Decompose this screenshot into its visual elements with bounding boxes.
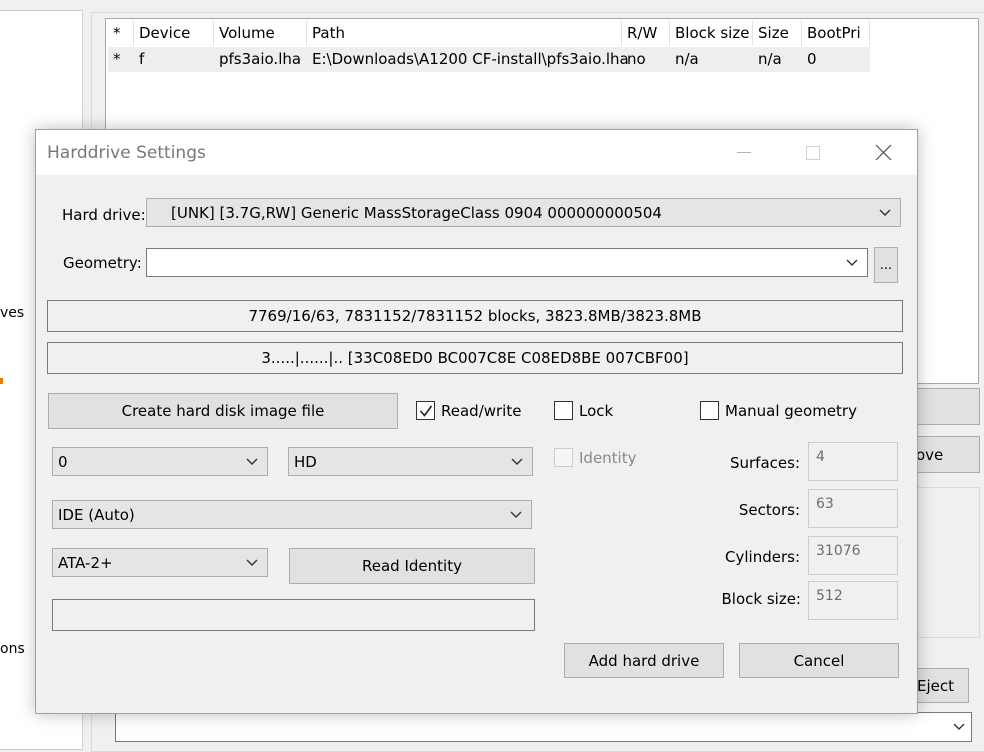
hard-drive-select[interactable]: [UNK] [3.7G,RW] Generic MassStorageClass… bbox=[146, 198, 901, 227]
identity-checkbox bbox=[554, 448, 573, 467]
lock-label[interactable]: Lock bbox=[579, 402, 613, 420]
controller-select[interactable]: IDE (Auto) bbox=[52, 500, 532, 529]
block-size-label: Block size: bbox=[721, 590, 801, 608]
block-size-field[interactable]: 512 bbox=[808, 581, 898, 620]
ata-mode-select-value: ATA-2+ bbox=[58, 553, 113, 572]
drive-info-line: 7769/16/63, 7831152/7831152 blocks, 3823… bbox=[47, 300, 903, 332]
read-identity-button[interactable]: Read Identity bbox=[289, 548, 535, 584]
type-select[interactable]: HD bbox=[288, 447, 533, 476]
column-header-block-size[interactable]: Block size bbox=[670, 21, 753, 46]
minimize-button[interactable] bbox=[721, 130, 767, 175]
column-header-volume[interactable]: Volume bbox=[214, 21, 307, 46]
unit-select[interactable]: 0 bbox=[52, 447, 268, 476]
type-select-value: HD bbox=[294, 452, 317, 471]
minimize-icon bbox=[737, 151, 751, 153]
column-header-star[interactable]: * bbox=[108, 21, 134, 46]
drive-list-header: * Device Volume Path R/W Block size Size… bbox=[108, 21, 870, 46]
hard-drive-label: Hard drive: bbox=[62, 206, 146, 224]
dialog-title: Harddrive Settings bbox=[47, 143, 206, 163]
chevron-down-icon bbox=[246, 458, 258, 465]
lock-checkbox[interactable] bbox=[554, 401, 573, 420]
cancel-button[interactable]: Cancel bbox=[739, 643, 899, 678]
manual-geometry-label[interactable]: Manual geometry bbox=[725, 402, 857, 420]
table-cell: pfs3aio.lha bbox=[219, 50, 302, 68]
sectors-label: Sectors: bbox=[738, 501, 800, 519]
chevron-down-icon bbox=[510, 511, 522, 518]
background-path-combo[interactable] bbox=[115, 712, 972, 742]
table-row[interactable]: * f pfs3aio.lha E:\Downloads\A1200 CF-in… bbox=[108, 47, 870, 72]
sectors-field[interactable]: 63 bbox=[808, 489, 898, 528]
chevron-down-icon bbox=[879, 209, 891, 216]
cylinders-field[interactable]: 31076 bbox=[808, 536, 898, 575]
left-partial-label: ves bbox=[0, 305, 25, 321]
geometry-browse-button[interactable]: ... bbox=[874, 247, 898, 283]
checkmark-icon bbox=[419, 405, 433, 417]
cylinders-label: Cylinders: bbox=[725, 548, 800, 566]
hard-drive-select-value: [UNK] [3.7G,RW] Generic MassStorageClass… bbox=[171, 203, 662, 222]
surfaces-field[interactable]: 4 bbox=[808, 442, 898, 481]
table-cell: E:\Downloads\A1200 CF-install\pfs3aio.lh… bbox=[312, 50, 629, 68]
chevron-down-icon bbox=[846, 259, 858, 266]
chevron-down-icon bbox=[511, 458, 523, 465]
close-button[interactable] bbox=[860, 130, 906, 175]
chevron-down-icon bbox=[246, 559, 258, 566]
boot-block-info-line: 3.....|......|.. [33C08ED0 BC007C8E C08E… bbox=[47, 342, 903, 374]
unit-select-value: 0 bbox=[58, 452, 68, 471]
table-cell: n/a bbox=[675, 50, 699, 68]
geometry-label: Geometry: bbox=[63, 254, 142, 272]
column-header-path[interactable]: Path bbox=[307, 21, 622, 46]
column-header-bootpri[interactable]: BootPri bbox=[802, 21, 870, 46]
left-marker bbox=[0, 378, 3, 384]
ata-mode-select[interactable]: ATA-2+ bbox=[52, 548, 268, 577]
maximize-button bbox=[790, 130, 836, 175]
table-cell: no bbox=[627, 50, 646, 68]
maximize-icon bbox=[806, 145, 820, 160]
manual-geometry-checkbox[interactable] bbox=[700, 401, 719, 420]
column-header-size[interactable]: Size bbox=[753, 21, 802, 46]
column-header-rw[interactable]: R/W bbox=[622, 21, 670, 46]
identity-text-field[interactable] bbox=[52, 599, 535, 631]
create-hard-disk-image-button[interactable]: Create hard disk image file bbox=[48, 393, 398, 429]
left-partial-label: ons bbox=[0, 641, 25, 657]
geometry-combo[interactable] bbox=[146, 248, 868, 277]
chevron-down-icon bbox=[953, 723, 965, 730]
read-write-checkbox[interactable] bbox=[416, 401, 435, 420]
table-cell: 0 bbox=[807, 50, 817, 68]
surfaces-label: Surfaces: bbox=[729, 454, 800, 472]
add-hard-drive-button[interactable]: Add hard drive bbox=[564, 643, 724, 678]
harddrive-settings-dialog: Harddrive Settings Hard drive: [UNK] [3.… bbox=[35, 129, 918, 714]
dialog-titlebar[interactable]: Harddrive Settings bbox=[36, 130, 917, 175]
close-icon bbox=[875, 144, 891, 161]
table-cell: f bbox=[139, 50, 145, 68]
column-header-device[interactable]: Device bbox=[134, 21, 214, 46]
table-cell: * bbox=[113, 50, 121, 68]
identity-label: Identity bbox=[579, 449, 637, 467]
table-cell: n/a bbox=[758, 50, 782, 68]
controller-select-value: IDE (Auto) bbox=[58, 505, 135, 524]
read-write-label[interactable]: Read/write bbox=[441, 402, 521, 420]
